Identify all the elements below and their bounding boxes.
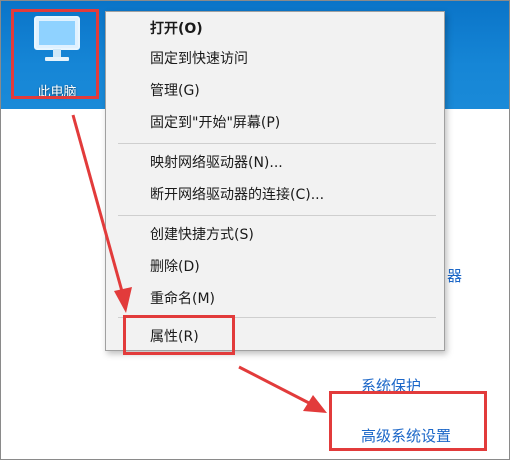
arrowhead-icon xyxy=(114,287,132,313)
arrow-line-to-advanced xyxy=(238,365,310,405)
screenshot-frame: 此电脑 器 打开(O) 固定到快速访问 管理(G) 固定到"开始"屏幕(P) 映… xyxy=(0,0,510,460)
arrow-line-to-properties xyxy=(71,114,125,296)
arrowhead-icon xyxy=(303,395,327,413)
annotation-arrows xyxy=(71,114,327,413)
